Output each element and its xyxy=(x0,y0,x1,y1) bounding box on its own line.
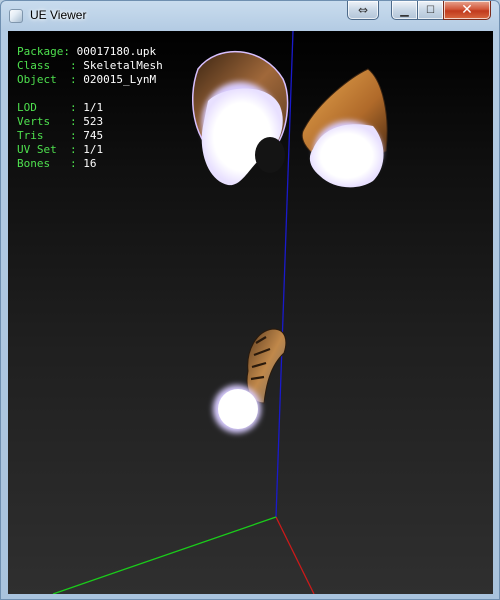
bones-value: 16 xyxy=(83,157,97,170)
uvset-row: UV Set : 1/1 xyxy=(17,143,163,157)
verts-value: 523 xyxy=(83,115,104,128)
window-title: UE Viewer xyxy=(30,8,87,22)
object-row: Object : 020015_LynM xyxy=(17,73,163,87)
lod-label: LOD : xyxy=(17,101,84,114)
right-ear-mesh xyxy=(301,68,388,188)
bones-label: Bones : xyxy=(17,157,84,170)
verts-label: Verts : xyxy=(17,115,84,128)
object-label: Object : xyxy=(17,73,84,86)
title-bar[interactable]: UE Viewer ⇔ ▁ ☐ ✕ xyxy=(1,1,499,31)
lod-row: LOD : 1/1 xyxy=(17,101,163,115)
package-label: Package: xyxy=(17,45,77,58)
maximize-button[interactable]: ☐ xyxy=(417,1,444,20)
tris-value: 745 xyxy=(83,129,104,142)
close-icon: ✕ xyxy=(461,2,473,18)
uvset-value: 1/1 xyxy=(83,143,104,156)
z-axis-line xyxy=(52,516,277,594)
class-value: SkeletalMesh xyxy=(83,59,163,72)
object-value: 020015_LynM xyxy=(83,73,157,86)
tail-mesh xyxy=(213,328,287,433)
3d-viewport[interactable]: Package: 00017180.upk Class : SkeletalMe… xyxy=(8,31,493,594)
minimize-icon: ▁ xyxy=(400,3,409,17)
double-arrow-icon: ⇔ xyxy=(357,3,369,17)
left-ear-mesh xyxy=(191,50,289,186)
tris-row: Tris : 745 xyxy=(17,129,163,143)
x-axis-line xyxy=(275,516,315,594)
class-label: Class : xyxy=(17,59,84,72)
swap-view-button[interactable]: ⇔ xyxy=(347,1,379,20)
bones-row: Bones : 16 xyxy=(17,157,163,171)
lod-value: 1/1 xyxy=(83,101,104,114)
close-button[interactable]: ✕ xyxy=(443,1,491,20)
uvset-label: UV Set : xyxy=(17,143,84,156)
maximize-icon: ☐ xyxy=(426,4,435,16)
class-row: Class : SkeletalMesh xyxy=(17,59,163,73)
app-window: UE Viewer ⇔ ▁ ☐ ✕ Package: 00017180.upk … xyxy=(0,0,500,600)
package-value: 00017180.upk xyxy=(76,45,157,58)
app-icon xyxy=(9,9,23,23)
minimize-button[interactable]: ▁ xyxy=(391,1,418,20)
mesh-info-panel: Package: 00017180.upk Class : SkeletalMe… xyxy=(17,45,163,171)
verts-row: Verts : 523 xyxy=(17,115,163,129)
tris-label: Tris : xyxy=(17,129,84,142)
package-row: Package: 00017180.upk xyxy=(17,45,163,59)
